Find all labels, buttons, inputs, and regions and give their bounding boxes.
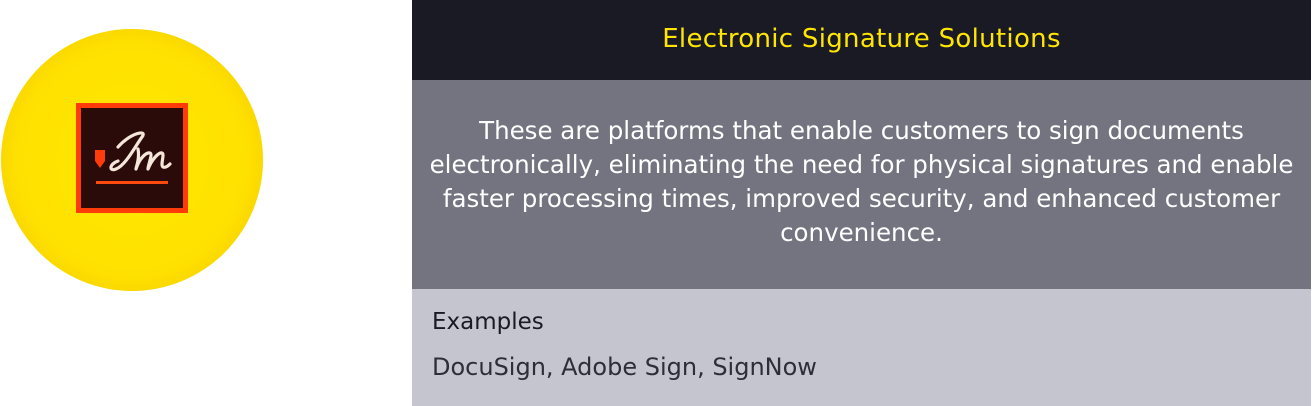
icon-area <box>0 0 412 406</box>
signature-line-icon <box>96 181 168 184</box>
card-description-panel: These are platforms that enable customer… <box>412 80 1311 289</box>
solution-card: Electronic Signature Solutions These are… <box>412 0 1311 406</box>
card-title: Electronic Signature Solutions <box>662 24 1061 54</box>
examples-heading: Examples <box>432 309 544 335</box>
icon-tile <box>76 103 188 213</box>
card-header: Electronic Signature Solutions <box>412 0 1311 80</box>
card-description: These are platforms that enable customer… <box>429 115 1294 247</box>
examples-panel: Examples DocuSign, Adobe Sign, SignNow <box>412 289 1311 406</box>
examples-list: DocuSign, Adobe Sign, SignNow <box>432 353 817 381</box>
e-signature-icon <box>76 103 188 213</box>
